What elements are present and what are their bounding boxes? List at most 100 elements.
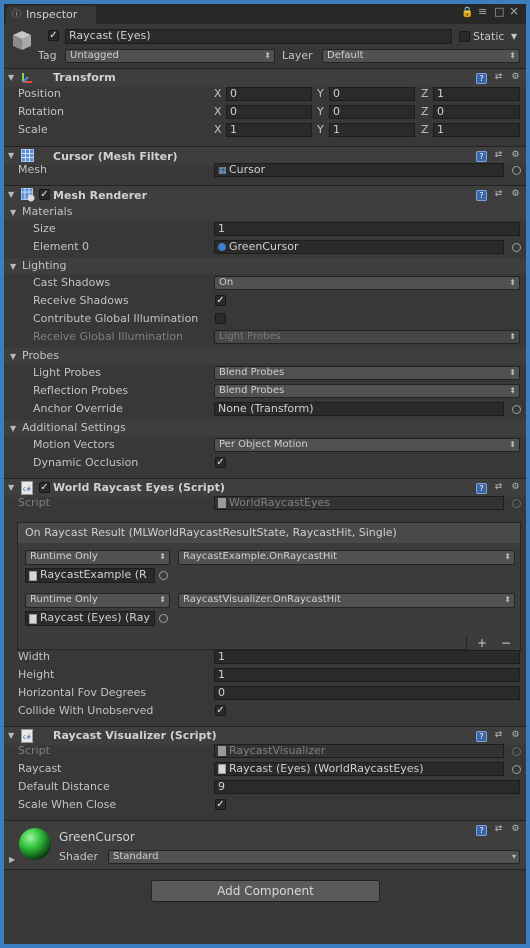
rotation-x-input[interactable]: 0: [226, 105, 312, 119]
rotation-z-input[interactable]: 0: [433, 105, 520, 119]
receive-shadows-checkbox[interactable]: ✓: [215, 295, 226, 306]
listener-2-function-dropdown[interactable]: RaycastVisualizer.OnRaycastHit ⬍: [178, 593, 515, 608]
lock-icon[interactable]: 🔒: [461, 6, 473, 20]
preset-icon[interactable]: ⇄: [493, 730, 504, 741]
fold-arrow-icon[interactable]: ▼: [8, 73, 14, 82]
fold-arrow-icon[interactable]: ▼: [8, 731, 14, 740]
world-raycast-header[interactable]: ▼ c# ✓ World Raycast Eyes (Script) ? ⇄ ⚙: [4, 479, 526, 497]
fold-arrow-icon[interactable]: ▼: [8, 483, 14, 492]
cast-shadows-dropdown[interactable]: On ⬍: [214, 276, 520, 290]
mesh-renderer-header[interactable]: ▼ ✓ Mesh Renderer ? ⇄ ⚙: [4, 186, 526, 204]
object-name-input[interactable]: Raycast (Eyes): [65, 29, 452, 44]
raycast-visualizer-header[interactable]: ▼ c# Raycast Visualizer (Script) ? ⇄ ⚙: [4, 727, 526, 745]
transform-header[interactable]: ▼ Transform ? ⇄ ⚙: [4, 69, 526, 87]
preset-icon[interactable]: ⇄: [493, 482, 504, 493]
contribute-gi-checkbox[interactable]: [215, 313, 226, 324]
help-icon[interactable]: ?: [476, 73, 487, 84]
dynamic-occlusion-checkbox[interactable]: ✓: [215, 457, 226, 468]
collide-unobserved-checkbox[interactable]: ✓: [215, 705, 226, 716]
fold-arrow-icon[interactable]: ▼: [10, 262, 16, 271]
object-picker-icon[interactable]: [512, 243, 521, 252]
height-input[interactable]: 1: [214, 668, 520, 682]
listener-1-mode-dropdown[interactable]: Runtime Only ⬍: [25, 550, 170, 565]
lighting-foldout[interactable]: ▼ Lighting: [4, 258, 526, 274]
additional-settings-foldout[interactable]: ▼ Additional Settings: [4, 420, 526, 436]
position-z-input[interactable]: 1: [433, 87, 520, 101]
object-picker-icon[interactable]: [512, 166, 521, 175]
dynamic-occlusion-label: Dynamic Occlusion: [33, 456, 139, 469]
fold-arrow-icon[interactable]: ▶: [9, 855, 15, 864]
rotation-y-input[interactable]: 0: [329, 105, 415, 119]
fold-arrow-icon[interactable]: ▼: [10, 208, 16, 217]
preset-icon[interactable]: ⇄: [493, 150, 504, 161]
listener-1-target-field[interactable]: RaycastExample (R: [25, 568, 155, 583]
script-value: WorldRaycastEyes: [229, 496, 330, 509]
gear-icon[interactable]: ⚙: [510, 72, 521, 83]
gear-icon[interactable]: ⚙: [510, 824, 521, 835]
preset-icon[interactable]: ⇄: [493, 824, 504, 835]
listener-2-mode-dropdown[interactable]: Runtime Only ⬍: [25, 593, 170, 608]
object-picker-icon[interactable]: [512, 765, 521, 774]
gear-icon[interactable]: ⚙: [510, 730, 521, 741]
help-icon[interactable]: ?: [476, 731, 487, 742]
gear-icon[interactable]: ⚙: [510, 150, 521, 161]
help-icon[interactable]: ?: [476, 151, 487, 162]
raycast-event-box: On Raycast Result (MLWorldRaycastResultS…: [17, 522, 521, 650]
listener-1-function-dropdown[interactable]: RaycastExample.OnRaycastHit ⬍: [178, 550, 515, 565]
static-dropdown-icon[interactable]: ▼: [511, 30, 517, 44]
material-header[interactable]: ▶ GreenCursor Shader Standard ▾ ? ⇄ ⚙: [4, 821, 526, 869]
object-picker-icon[interactable]: [512, 405, 521, 414]
light-probes-dropdown[interactable]: Blend Probes ⬍: [214, 366, 520, 380]
scale-z-input[interactable]: 1: [433, 123, 520, 137]
add-listener-button[interactable]: +: [477, 636, 487, 650]
position-y-input[interactable]: 0: [329, 87, 415, 101]
static-checkbox[interactable]: [459, 31, 470, 42]
scale-when-close-checkbox[interactable]: ✓: [215, 799, 226, 810]
material-element-field[interactable]: GreenCursor: [214, 240, 504, 254]
fold-arrow-icon[interactable]: ▼: [8, 151, 14, 160]
close-icon[interactable]: ×: [509, 4, 519, 18]
remove-listener-button[interactable]: −: [501, 636, 511, 650]
tag-dropdown[interactable]: Untagged ⬍: [65, 49, 275, 63]
position-x-input[interactable]: 0: [226, 87, 312, 101]
scale-x-input[interactable]: 1: [226, 123, 312, 137]
gear-icon[interactable]: ⚙: [510, 482, 521, 493]
default-distance-input[interactable]: 9: [214, 780, 520, 794]
raycast-object-field[interactable]: Raycast (Eyes) (WorldRaycastEyes): [214, 762, 504, 776]
probes-foldout[interactable]: ▼ Probes: [4, 348, 526, 364]
updown-icon: ⬍: [264, 51, 271, 60]
help-icon[interactable]: ?: [476, 825, 487, 836]
materials-foldout[interactable]: ▼ Materials: [4, 204, 526, 220]
collide-unobserved-label: Collide With Unobserved: [18, 704, 154, 717]
preset-icon[interactable]: ⇄: [493, 72, 504, 83]
preset-icon[interactable]: ⇄: [493, 189, 504, 200]
world-raycast-enabled-checkbox[interactable]: ✓: [39, 482, 50, 493]
mesh-renderer-title: Mesh Renderer: [53, 189, 148, 202]
object-picker-icon[interactable]: [159, 614, 168, 623]
mesh-object-field[interactable]: ▦ Cursor: [214, 163, 504, 177]
listener-2-target-field[interactable]: Raycast (Eyes) (Ray: [25, 611, 155, 626]
add-component-button[interactable]: Add Component: [151, 880, 380, 902]
layer-dropdown[interactable]: Default ⬍: [322, 49, 520, 63]
fold-arrow-icon[interactable]: ▼: [10, 424, 16, 433]
scale-y-input[interactable]: 1: [329, 123, 415, 137]
fov-input[interactable]: 0: [214, 686, 520, 700]
shader-dropdown[interactable]: Standard ▾: [108, 850, 520, 864]
mesh-renderer-enabled-checkbox[interactable]: ✓: [39, 189, 50, 200]
menu-icon[interactable]: ≡: [478, 5, 487, 19]
tab-inspector[interactable]: ⓘ Inspector: [6, 6, 96, 24]
fold-arrow-icon[interactable]: ▼: [10, 352, 16, 361]
reflection-probes-dropdown[interactable]: Blend Probes ⬍: [214, 384, 520, 398]
materials-size-input[interactable]: 1: [214, 222, 520, 236]
help-icon[interactable]: ?: [476, 190, 487, 201]
help-icon[interactable]: ?: [476, 483, 487, 494]
gear-icon[interactable]: ⚙: [510, 189, 521, 200]
anchor-override-field[interactable]: None (Transform): [214, 402, 504, 416]
width-input[interactable]: 1: [214, 650, 520, 664]
active-checkbox[interactable]: ✓: [48, 30, 59, 41]
motion-vectors-dropdown[interactable]: Per Object Motion ⬍: [214, 438, 520, 452]
object-picker-icon[interactable]: [159, 571, 168, 580]
material-preview-sphere: [19, 828, 51, 860]
fold-arrow-icon[interactable]: ▼: [8, 190, 14, 199]
maximize-icon[interactable]: □: [494, 5, 504, 19]
